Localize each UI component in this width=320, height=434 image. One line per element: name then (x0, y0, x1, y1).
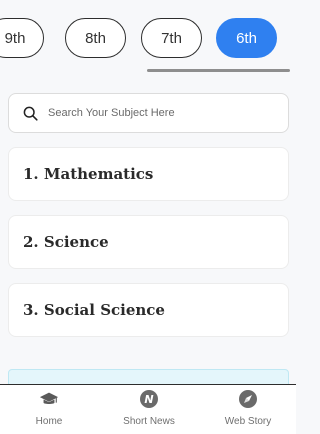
svg-text:N: N (144, 393, 153, 406)
search-input[interactable] (46, 106, 270, 120)
class-tab-label: 6th (236, 29, 257, 47)
nav-label: Home (35, 416, 63, 427)
subject-card-mathematics[interactable]: 1. Mathematics (8, 147, 289, 201)
class-tab-8th[interactable]: 8th (65, 18, 126, 58)
class-tab-label: 9th (4, 29, 26, 47)
search-box[interactable] (8, 93, 289, 133)
class-tab-7th[interactable]: 7th (141, 18, 202, 58)
class-tab-9th[interactable]: 9th (0, 18, 44, 58)
nav-item-web-story[interactable]: Web Story (203, 389, 293, 427)
nav-label: Web Story (224, 416, 272, 427)
search-icon (23, 106, 38, 121)
subject-label: 2. Science (23, 233, 109, 251)
nav-item-home[interactable]: Home (4, 389, 94, 427)
class-selector-bar: 9th 8th 7th 6th (0, 0, 296, 74)
compass-icon (238, 389, 258, 409)
class-tab-label: 7th (161, 29, 182, 47)
nav-item-short-news[interactable]: N Short News (104, 389, 194, 427)
nav-label: Short News (123, 416, 175, 427)
subject-card-science[interactable]: 2. Science (8, 215, 289, 269)
class-tab-label: 8th (85, 29, 106, 47)
subject-label: 3. Social Science (23, 301, 165, 319)
subject-label: 1. Mathematics (23, 165, 154, 183)
subject-card-social-science[interactable]: 3. Social Science (8, 283, 289, 337)
class-tab-6th[interactable]: 6th (216, 18, 277, 58)
horizontal-scrollbar[interactable] (147, 69, 290, 72)
graduation-cap-icon (39, 389, 59, 409)
news-icon: N (139, 389, 159, 409)
bottom-navigation: Home N Short News Web Story (0, 384, 296, 434)
